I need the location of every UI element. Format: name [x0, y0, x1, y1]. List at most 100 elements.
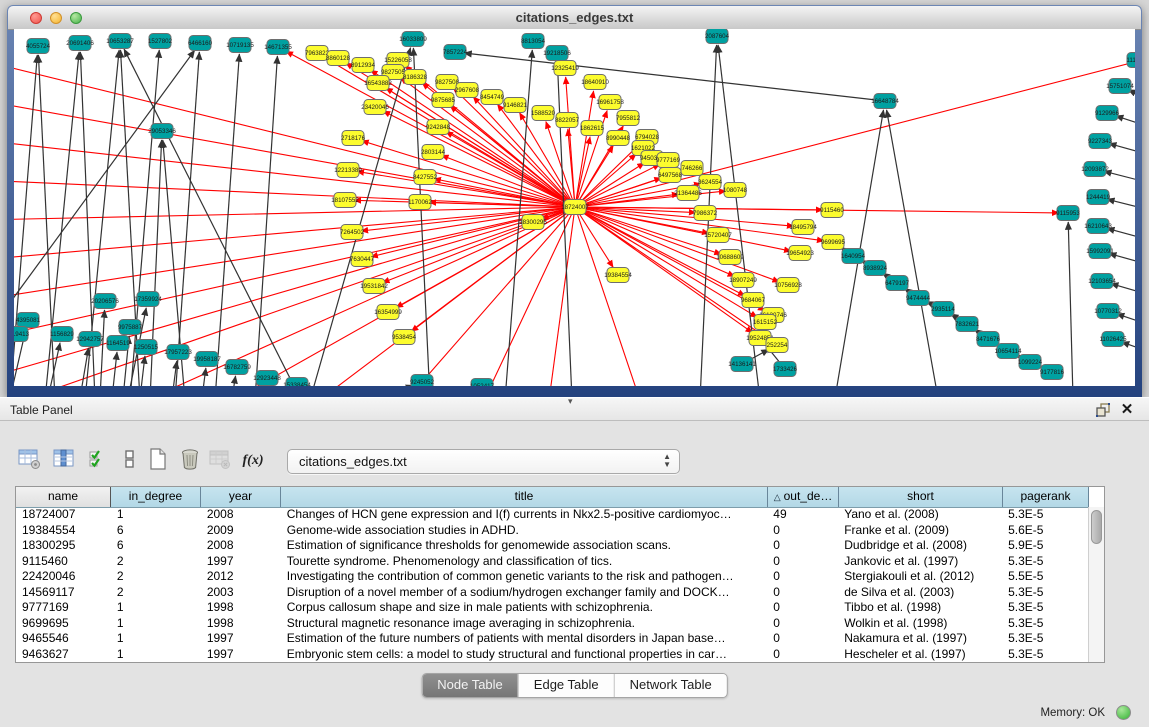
- graph-node[interactable]: 10688609: [716, 250, 744, 265]
- row-select-icon[interactable]: [88, 448, 114, 474]
- graph-node[interactable]: 9684067: [741, 293, 766, 308]
- graph-node[interactable]: 20691406: [66, 36, 94, 51]
- graph-node[interactable]: 9227343: [1088, 134, 1113, 149]
- graph-node[interactable]: 7264502: [340, 225, 365, 240]
- graph-edge[interactable]: [887, 110, 938, 386]
- table-scrollbar[interactable]: [1088, 507, 1104, 662]
- graph-node[interactable]: 20206576: [91, 294, 119, 309]
- graph-edge[interactable]: [566, 77, 575, 207]
- graph-node[interactable]: 9115460: [820, 203, 844, 218]
- graph-edge[interactable]: [14, 207, 575, 299]
- graph-node[interactable]: 7955812: [616, 111, 641, 126]
- graph-node[interactable]: 252254: [766, 338, 788, 353]
- graph-node[interactable]: 2967608: [455, 83, 480, 98]
- graph-node[interactable]: 17359924: [134, 292, 162, 307]
- graph-node[interactable]: 19531842: [360, 279, 388, 294]
- graph-node[interactable]: 2087604: [705, 29, 730, 44]
- graph-edge[interactable]: [1116, 116, 1135, 127]
- graph-node[interactable]: 1733426: [773, 362, 798, 377]
- graph-node[interactable]: 8454749: [480, 90, 505, 105]
- float-panel-icon[interactable]: [1095, 402, 1111, 418]
- splitter-handle-icon[interactable]: ▾: [568, 396, 573, 407]
- column-header-title[interactable]: title: [281, 487, 768, 507]
- graph-node[interactable]: 10756928: [774, 278, 802, 293]
- show-columns-icon[interactable]: [52, 448, 78, 474]
- graph-node[interactable]: 14136141: [728, 357, 756, 372]
- graph-node[interactable]: 16782759: [223, 360, 251, 375]
- graph-edge[interactable]: [474, 207, 575, 386]
- graph-node[interactable]: 19384554: [604, 268, 632, 283]
- tab-edge-table[interactable]: Edge Table: [518, 674, 614, 697]
- graph-node[interactable]: 12923448: [253, 371, 281, 386]
- graph-node[interactable]: 15720407: [704, 228, 732, 243]
- graph-edge[interactable]: [175, 52, 199, 386]
- graph-node[interactable]: 10719135: [226, 38, 254, 53]
- column-header-in_degree[interactable]: in_degree: [111, 487, 201, 507]
- graph-node[interactable]: 7832621: [955, 317, 980, 332]
- table-row[interactable]: 969969511998Structural magnetic resonanc…: [16, 616, 1088, 632]
- tab-node-table[interactable]: Node Table: [422, 674, 518, 697]
- graph-edge[interactable]: [140, 356, 145, 386]
- graph-node[interactable]: 1170062: [408, 195, 432, 210]
- table-row[interactable]: 977716911998Corpus callosum shape and si…: [16, 600, 1088, 616]
- graph-node[interactable]: 9875685: [431, 93, 456, 108]
- graph-edge[interactable]: [575, 207, 780, 282]
- graph-node[interactable]: 1164519: [106, 336, 130, 351]
- graph-node[interactable]: 15751074: [1106, 79, 1134, 94]
- graph-edge[interactable]: [255, 56, 277, 386]
- graph-node[interactable]: 1250515: [134, 340, 159, 355]
- graph-node[interactable]: 12103654: [1088, 274, 1116, 289]
- graph-node[interactable]: 19218506: [543, 46, 571, 61]
- graph-node[interactable]: 29053346: [148, 124, 176, 139]
- graph-node[interactable]: 9115953: [1056, 206, 1080, 221]
- graph-node[interactable]: 9245052: [410, 375, 435, 387]
- graph-node[interactable]: 6497568: [658, 168, 683, 183]
- graph-node[interactable]: 1080748: [723, 183, 748, 198]
- graph-node[interactable]: 3919413: [14, 327, 30, 342]
- graph-node[interactable]: 18907249: [729, 273, 757, 288]
- window-titlebar[interactable]: citations_edges.txt: [8, 6, 1141, 30]
- close-panel-icon[interactable]: ✕: [1119, 399, 1135, 421]
- graph-node[interactable]: 12213389: [334, 163, 362, 178]
- graph-node[interactable]: 1244419: [1086, 190, 1111, 205]
- table-row[interactable]: 911546021997Tourette syndrome. Phenomeno…: [16, 554, 1088, 570]
- graph-node[interactable]: 9146821: [503, 98, 528, 113]
- network-file-selector[interactable]: citations_edges.txt ▲▼: [287, 449, 680, 474]
- graph-node[interactable]: 2718176: [341, 131, 366, 146]
- column-header-out_de[interactable]: △out_de…: [768, 487, 839, 507]
- graph-node[interactable]: 11026425: [1099, 332, 1127, 347]
- column-header-pagerank[interactable]: pagerank: [1003, 487, 1089, 507]
- graph-edge[interactable]: [215, 54, 239, 386]
- table-scrollbar-thumb[interactable]: [1091, 510, 1102, 544]
- graph-node[interactable]: 12942757: [76, 332, 104, 347]
- graph-node[interactable]: 7857224: [443, 45, 468, 60]
- table-row[interactable]: 1872400712008Changes of HCN gene express…: [16, 507, 1088, 523]
- graph-node[interactable]: 1862615: [580, 121, 605, 136]
- graph-node[interactable]: 16033809: [399, 32, 427, 47]
- table-row[interactable]: 2242004622012Investigating the contribut…: [16, 569, 1088, 585]
- graph-edge[interactable]: [202, 368, 206, 386]
- column-header-short[interactable]: short: [839, 487, 1003, 507]
- graph-edge[interactable]: [14, 207, 575, 220]
- graph-edge[interactable]: [575, 207, 794, 226]
- graph-node[interactable]: 9975887: [118, 320, 143, 335]
- graph-node[interactable]: 9242848: [426, 120, 451, 135]
- graph-node[interactable]: 8427552: [413, 170, 438, 185]
- graph-node[interactable]: 8912934: [351, 58, 376, 73]
- graph-node[interactable]: 6479197: [885, 276, 910, 291]
- graph-node[interactable]: 10654114: [994, 344, 1022, 359]
- graph-node[interactable]: 746266: [681, 161, 703, 176]
- graph-node[interactable]: 19958187: [193, 352, 221, 367]
- graph-node[interactable]: 4395081: [16, 313, 41, 328]
- graph-node[interactable]: 8186328: [403, 70, 428, 85]
- graph-node[interactable]: 18724007: [561, 200, 589, 215]
- graph-node[interactable]: 19654923: [786, 246, 814, 261]
- graph-edge[interactable]: [1111, 284, 1135, 295]
- graph-node[interactable]: 4055724: [26, 39, 51, 54]
- graph-node[interactable]: 2935114: [931, 302, 955, 317]
- graph-node[interactable]: 8938924: [863, 261, 888, 276]
- graph-node[interactable]: 8990448: [606, 131, 631, 146]
- graph-node[interactable]: 1156829: [50, 327, 74, 342]
- table-row[interactable]: 1938455462009Genome-wide association stu…: [16, 523, 1088, 539]
- graph-edge[interactable]: [287, 207, 575, 386]
